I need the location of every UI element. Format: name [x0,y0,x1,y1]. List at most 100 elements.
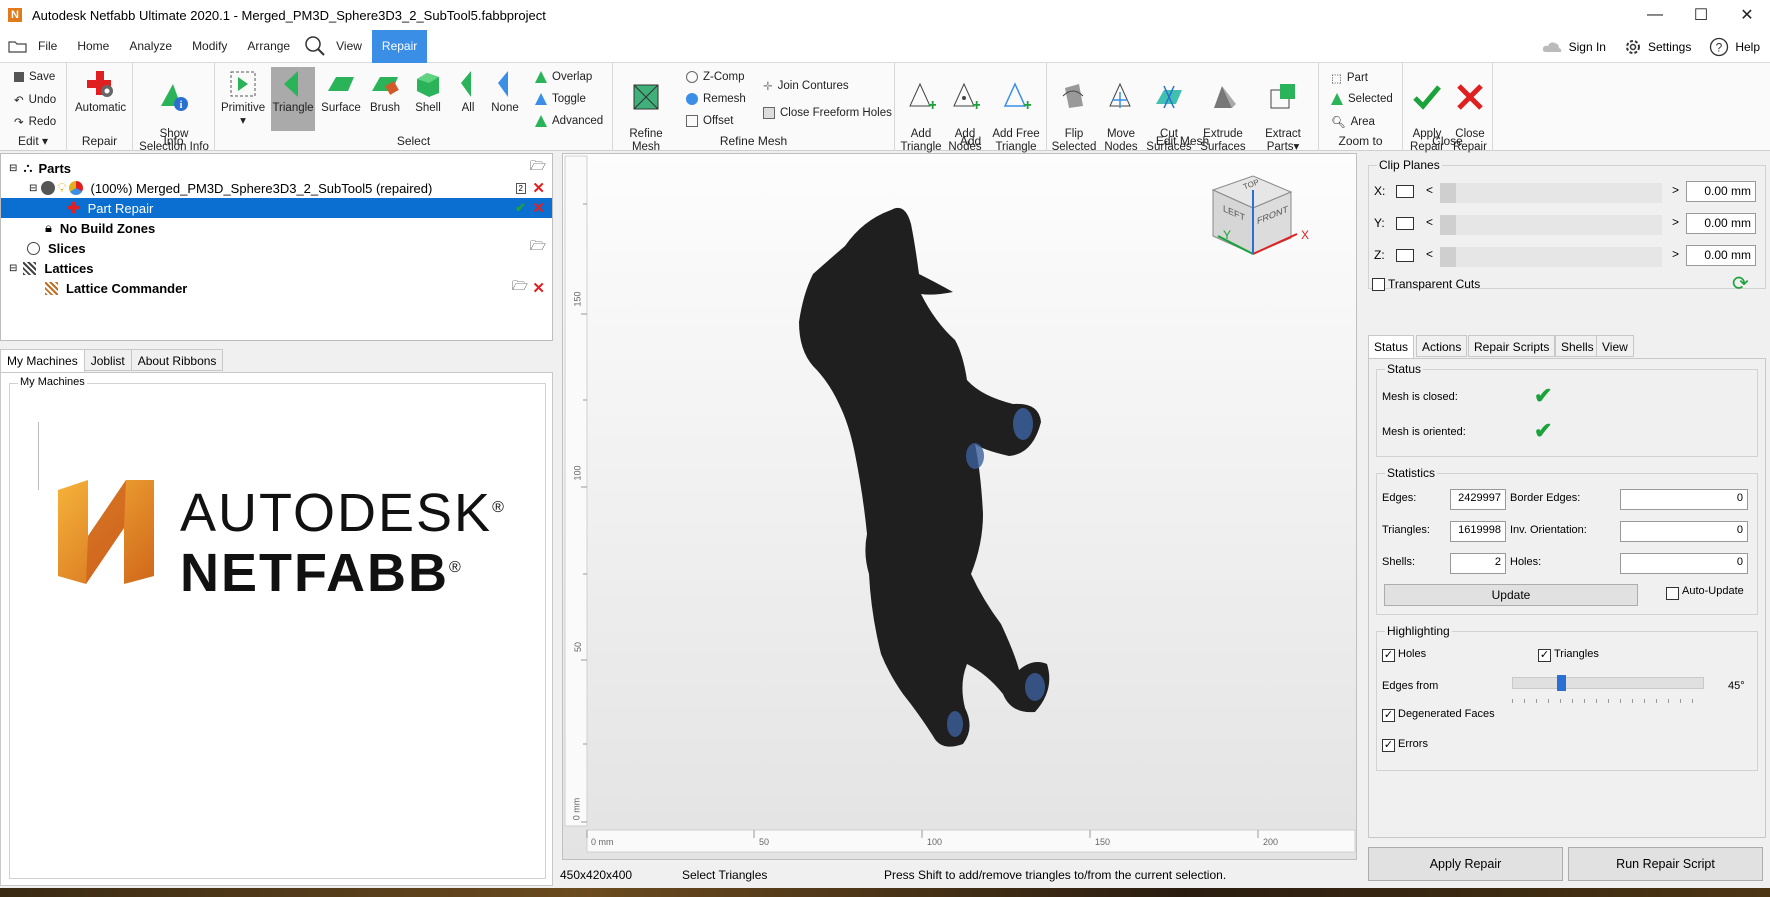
settings-link[interactable]: Settings [1624,38,1691,56]
lattice-folder-icon[interactable]: 🗁 [512,277,528,299]
zoom-part-button[interactable]: ⬚ Part [1331,71,1368,85]
tab-joblist[interactable]: Joblist [83,349,132,371]
tree-no-build-zones[interactable]: 🔒︎ No Build Zones [1,218,552,238]
sign-in-link[interactable]: Sign In [1541,40,1606,54]
holes-checkbox[interactable]: ✓ [1382,649,1395,662]
automatic-repair-button[interactable]: Automatic [75,69,126,115]
magnifier-icon[interactable] [304,35,326,57]
zoom-area-icon: 🔍︎ [1331,117,1346,129]
menu-home[interactable]: Home [67,30,119,63]
clip-x-slider[interactable] [1440,183,1662,203]
menu-modify[interactable]: Modify [182,30,237,63]
remove-lattice-icon[interactable]: ✕ [532,279,545,297]
advanced-button[interactable]: Advanced [535,115,603,127]
collapse-lattices-icon[interactable]: ⊟ [9,263,17,274]
minimize-button[interactable]: — [1632,0,1678,30]
menu-arrange[interactable]: Arrange [237,30,300,63]
tree-part-item[interactable]: ⊟ 💡︎ (100%) Merged_PM3D_Sphere3D3_2_SubT… [1,178,552,198]
z-comp-button[interactable]: Z-Comp [686,71,745,83]
tree-lattices[interactable]: ⊟ Lattices [1,258,552,278]
brush-select-button[interactable]: Brush [365,69,405,115]
triangle-select-button[interactable]: Triangle [271,67,315,131]
open-folder-icon[interactable]: 🗁 [530,157,546,179]
edit-group-label[interactable]: Edit ▾ [0,134,66,148]
primitive-button[interactable]: Primitive ▾ [221,69,265,128]
tab-about-ribbons[interactable]: About Ribbons [130,349,224,371]
clip-z-value[interactable]: 0.00 mm [1686,245,1756,266]
tab-repair-scripts[interactable]: Repair Scripts [1468,335,1556,357]
zoom-area-button[interactable]: 🔍︎ Area [1331,115,1375,129]
3d-viewport[interactable]: 150 100 50 0 mm 0 mm 50 100 150 200 LEFT… [562,153,1357,860]
auto-update-checkbox[interactable] [1666,587,1679,600]
clip-y-value[interactable]: 0.00 mm [1686,213,1756,234]
maximize-button[interactable]: ☐ [1678,0,1724,30]
refresh-icon[interactable]: ⟳ [1732,271,1749,296]
clip-z-slider[interactable] [1440,247,1662,267]
clip-x-toggle[interactable] [1396,185,1414,198]
toggle-button[interactable]: Toggle [535,93,586,105]
clip-x-thumb[interactable] [1440,183,1456,203]
transparent-cuts-checkbox[interactable] [1372,278,1385,291]
close-freeform-holes-button[interactable]: Close Freeform Holes [763,107,892,119]
clip-y-left-arrow[interactable]: < [1426,215,1433,229]
clip-z-left-arrow[interactable]: < [1426,247,1433,261]
lightbulb-icon[interactable]: 💡︎ [57,180,66,196]
menu-view[interactable]: View [326,30,372,63]
edges-angle-slider[interactable] [1512,675,1704,691]
menu-analyze[interactable]: Analyze [119,30,182,63]
triangles-checkbox[interactable]: ✓ [1538,649,1551,662]
folder-icon[interactable] [8,38,28,54]
close-window-button[interactable]: ✕ [1724,0,1770,30]
menu-file[interactable]: File [28,30,67,63]
clip-z-right-arrow[interactable]: > [1672,247,1679,261]
clip-z-thumb[interactable] [1440,247,1456,267]
select-none-button[interactable]: None [487,69,523,115]
tab-actions[interactable]: Actions [1416,335,1468,357]
discard-repair-icon[interactable]: ✕ [532,199,545,217]
menu-repair[interactable]: Repair [371,29,428,63]
errors-checkbox[interactable]: ✓ [1382,739,1395,752]
clip-x-right-arrow[interactable]: > [1672,183,1679,197]
clip-y-right-arrow[interactable]: > [1672,215,1679,229]
clip-y-thumb[interactable] [1440,215,1456,235]
panel-splitter[interactable] [0,341,553,349]
apply-repair-button[interactable]: Apply Repair [1368,847,1563,881]
degenerated-faces-checkbox[interactable]: ✓ [1382,709,1395,722]
clip-x-left-arrow[interactable]: < [1426,183,1433,197]
parts-icon: ⛬ [23,160,33,175]
tree-lattice-commander[interactable]: Lattice Commander 🗁 ✕ [1,278,552,298]
remesh-button[interactable]: Remesh [686,93,746,105]
slices-folder-icon[interactable]: 🗁 [530,237,546,259]
collapse-part-icon[interactable]: ⊟ [29,183,37,194]
undo-button[interactable]: ↶ Undo [14,93,56,107]
surface-select-button[interactable]: Surface [318,69,364,115]
join-contures-button[interactable]: ✛ Join Contures [763,79,849,93]
tree-parts[interactable]: ⊟ ⛬ Parts 🗁 [1,158,552,178]
clip-y-toggle[interactable] [1396,217,1414,230]
redo-button[interactable]: ↷ Redo [14,115,56,129]
select-all-button[interactable]: All [451,69,485,115]
color-wheel-icon[interactable] [68,181,83,195]
tab-status[interactable]: Status [1368,335,1415,359]
tab-shells[interactable]: Shells [1555,335,1600,357]
run-repair-script-button[interactable]: Run Repair Script [1568,847,1763,881]
zoom-selected-button[interactable]: Selected [1331,93,1393,105]
remove-part-icon[interactable]: ✕ [532,179,545,197]
tab-view[interactable]: View [1596,335,1634,357]
clip-y-slider[interactable] [1440,215,1662,235]
tree-part-repair[interactable]: ✚ Part Repair ✔ ✕ [1,198,552,218]
edges-angle-thumb[interactable] [1557,675,1566,691]
clip-x-value[interactable]: 0.00 mm [1686,181,1756,202]
clip-z-toggle[interactable] [1396,249,1414,262]
save-button[interactable]: Save [14,71,55,83]
offset-button[interactable]: Offset [686,115,733,127]
shell-select-button[interactable]: Shell [408,69,448,115]
collapse-icon[interactable]: ⊟ [9,163,17,174]
redo-label: Redo [28,116,57,128]
update-button[interactable]: Update [1384,584,1638,606]
help-link[interactable]: ? Help [1709,37,1760,57]
tree-slices[interactable]: Slices 🗁 [1,238,552,258]
tab-my-machines[interactable]: My Machines [0,349,85,373]
apply-check-small-icon[interactable]: ✔ [515,200,526,216]
overlap-button[interactable]: Overlap [535,71,592,83]
